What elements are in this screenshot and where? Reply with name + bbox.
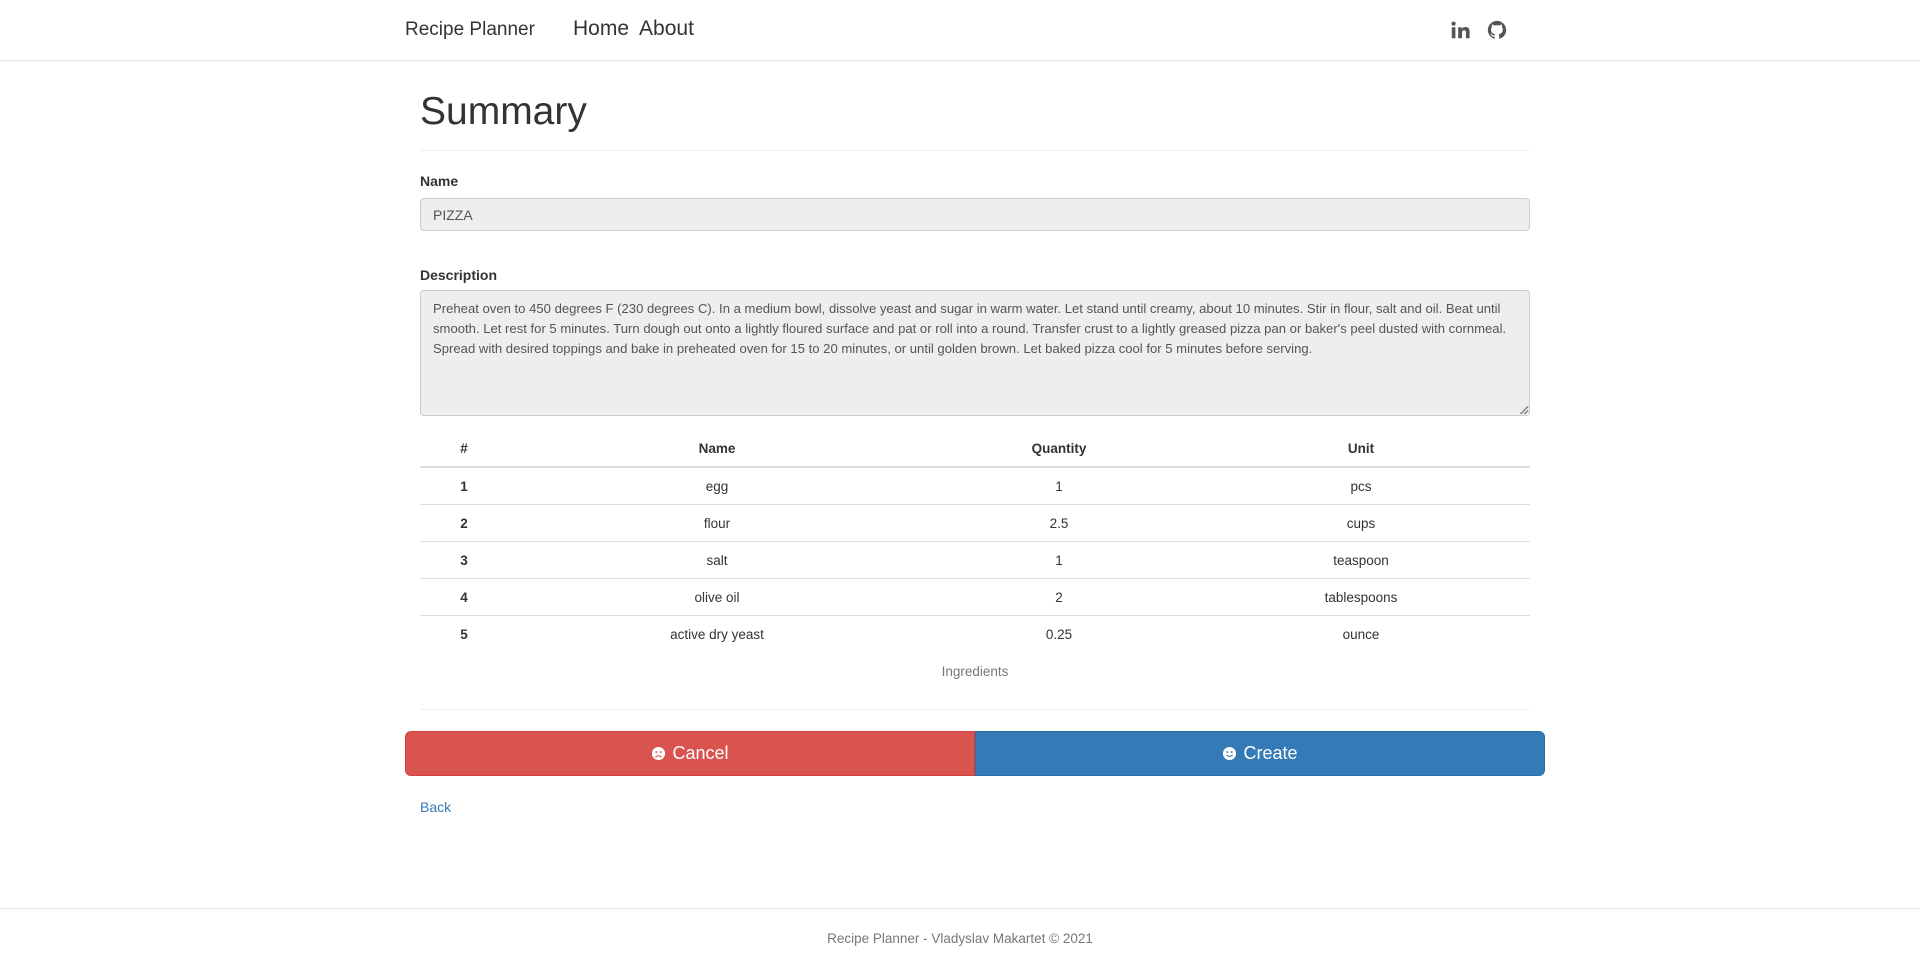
ingredient-name: egg bbox=[705, 478, 729, 494]
resize-handle[interactable] bbox=[1520, 406, 1528, 414]
frown-icon bbox=[652, 746, 666, 761]
name-label: Name bbox=[420, 173, 459, 189]
navbar: Recipe Planner Home About bbox=[0, 0, 1920, 61]
ingredient-unit: teaspoon bbox=[1192, 541, 1530, 579]
page-title: Summary bbox=[420, 90, 587, 133]
cancel-button[interactable]: Cancel bbox=[405, 731, 975, 776]
row-number: 3 bbox=[420, 541, 508, 579]
cancel-label: Cancel bbox=[672, 743, 729, 763]
action-buttons: Cancel Create bbox=[405, 731, 1545, 776]
row-number: 1 bbox=[460, 478, 468, 494]
linkedin-icon[interactable] bbox=[1449, 19, 1471, 41]
create-button[interactable]: Create bbox=[975, 731, 1545, 776]
brand-link[interactable]: Recipe Planner bbox=[405, 19, 535, 41]
row-number: 2 bbox=[420, 504, 508, 542]
ingredient-name: flour bbox=[508, 504, 926, 542]
table-row: 1 egg 1 pcs bbox=[420, 467, 1530, 505]
create-label: Create bbox=[1243, 743, 1298, 763]
table-row: 3 salt 1 teaspoon bbox=[420, 541, 1530, 579]
table-row: 2 flour 2.5 cups bbox=[420, 504, 1530, 542]
table-row: 4 olive oil 2 tablespoons bbox=[420, 578, 1530, 616]
nav-links: Home About bbox=[573, 17, 694, 41]
table-header-row: # Name Quantity Unit bbox=[420, 430, 1530, 468]
table-caption: Ingredients bbox=[941, 664, 1009, 679]
title-divider bbox=[420, 150, 1530, 151]
nav-about-link[interactable]: About bbox=[639, 17, 694, 41]
column-header-name: Name bbox=[508, 430, 926, 468]
ingredient-quantity: 0.25 bbox=[926, 615, 1192, 652]
section-divider bbox=[420, 709, 1530, 710]
ingredient-quantity: 1 bbox=[1055, 478, 1063, 494]
smile-icon bbox=[1223, 746, 1237, 761]
column-header-quantity: Quantity bbox=[926, 430, 1192, 468]
ingredient-quantity: 2 bbox=[926, 578, 1192, 616]
nav-home-link[interactable]: Home bbox=[573, 17, 629, 41]
row-number: 4 bbox=[420, 578, 508, 616]
footer-text: Recipe Planner - Vladyslav Makartet © 20… bbox=[827, 931, 1093, 946]
description-field[interactable]: Preheat oven to 450 degrees F (230 degre… bbox=[420, 290, 1530, 416]
row-number: 5 bbox=[420, 615, 508, 652]
ingredient-quantity: 2.5 bbox=[926, 504, 1192, 542]
description-label: Description bbox=[420, 267, 498, 283]
github-icon[interactable] bbox=[1486, 19, 1508, 41]
column-header-number: # bbox=[420, 430, 508, 468]
social-links bbox=[1449, 19, 1508, 41]
column-header-unit: Unit bbox=[1192, 430, 1530, 468]
back-link[interactable]: Back bbox=[420, 799, 451, 815]
ingredients-table: # Name Quantity Unit 1 egg 1 pcs 2 flour… bbox=[420, 430, 1530, 652]
ingredient-unit: pcs bbox=[1350, 478, 1372, 494]
footer-divider bbox=[0, 908, 1920, 909]
ingredient-unit: ounce bbox=[1192, 615, 1530, 652]
ingredient-unit: tablespoons bbox=[1192, 578, 1530, 616]
ingredient-quantity: 1 bbox=[926, 541, 1192, 579]
ingredient-unit: cups bbox=[1192, 504, 1530, 542]
name-field[interactable] bbox=[420, 198, 1530, 231]
ingredient-name: olive oil bbox=[508, 578, 926, 616]
ingredient-name: active dry yeast bbox=[508, 615, 926, 652]
ingredient-name: salt bbox=[508, 541, 926, 579]
table-row: 5 active dry yeast 0.25 ounce bbox=[420, 615, 1530, 652]
